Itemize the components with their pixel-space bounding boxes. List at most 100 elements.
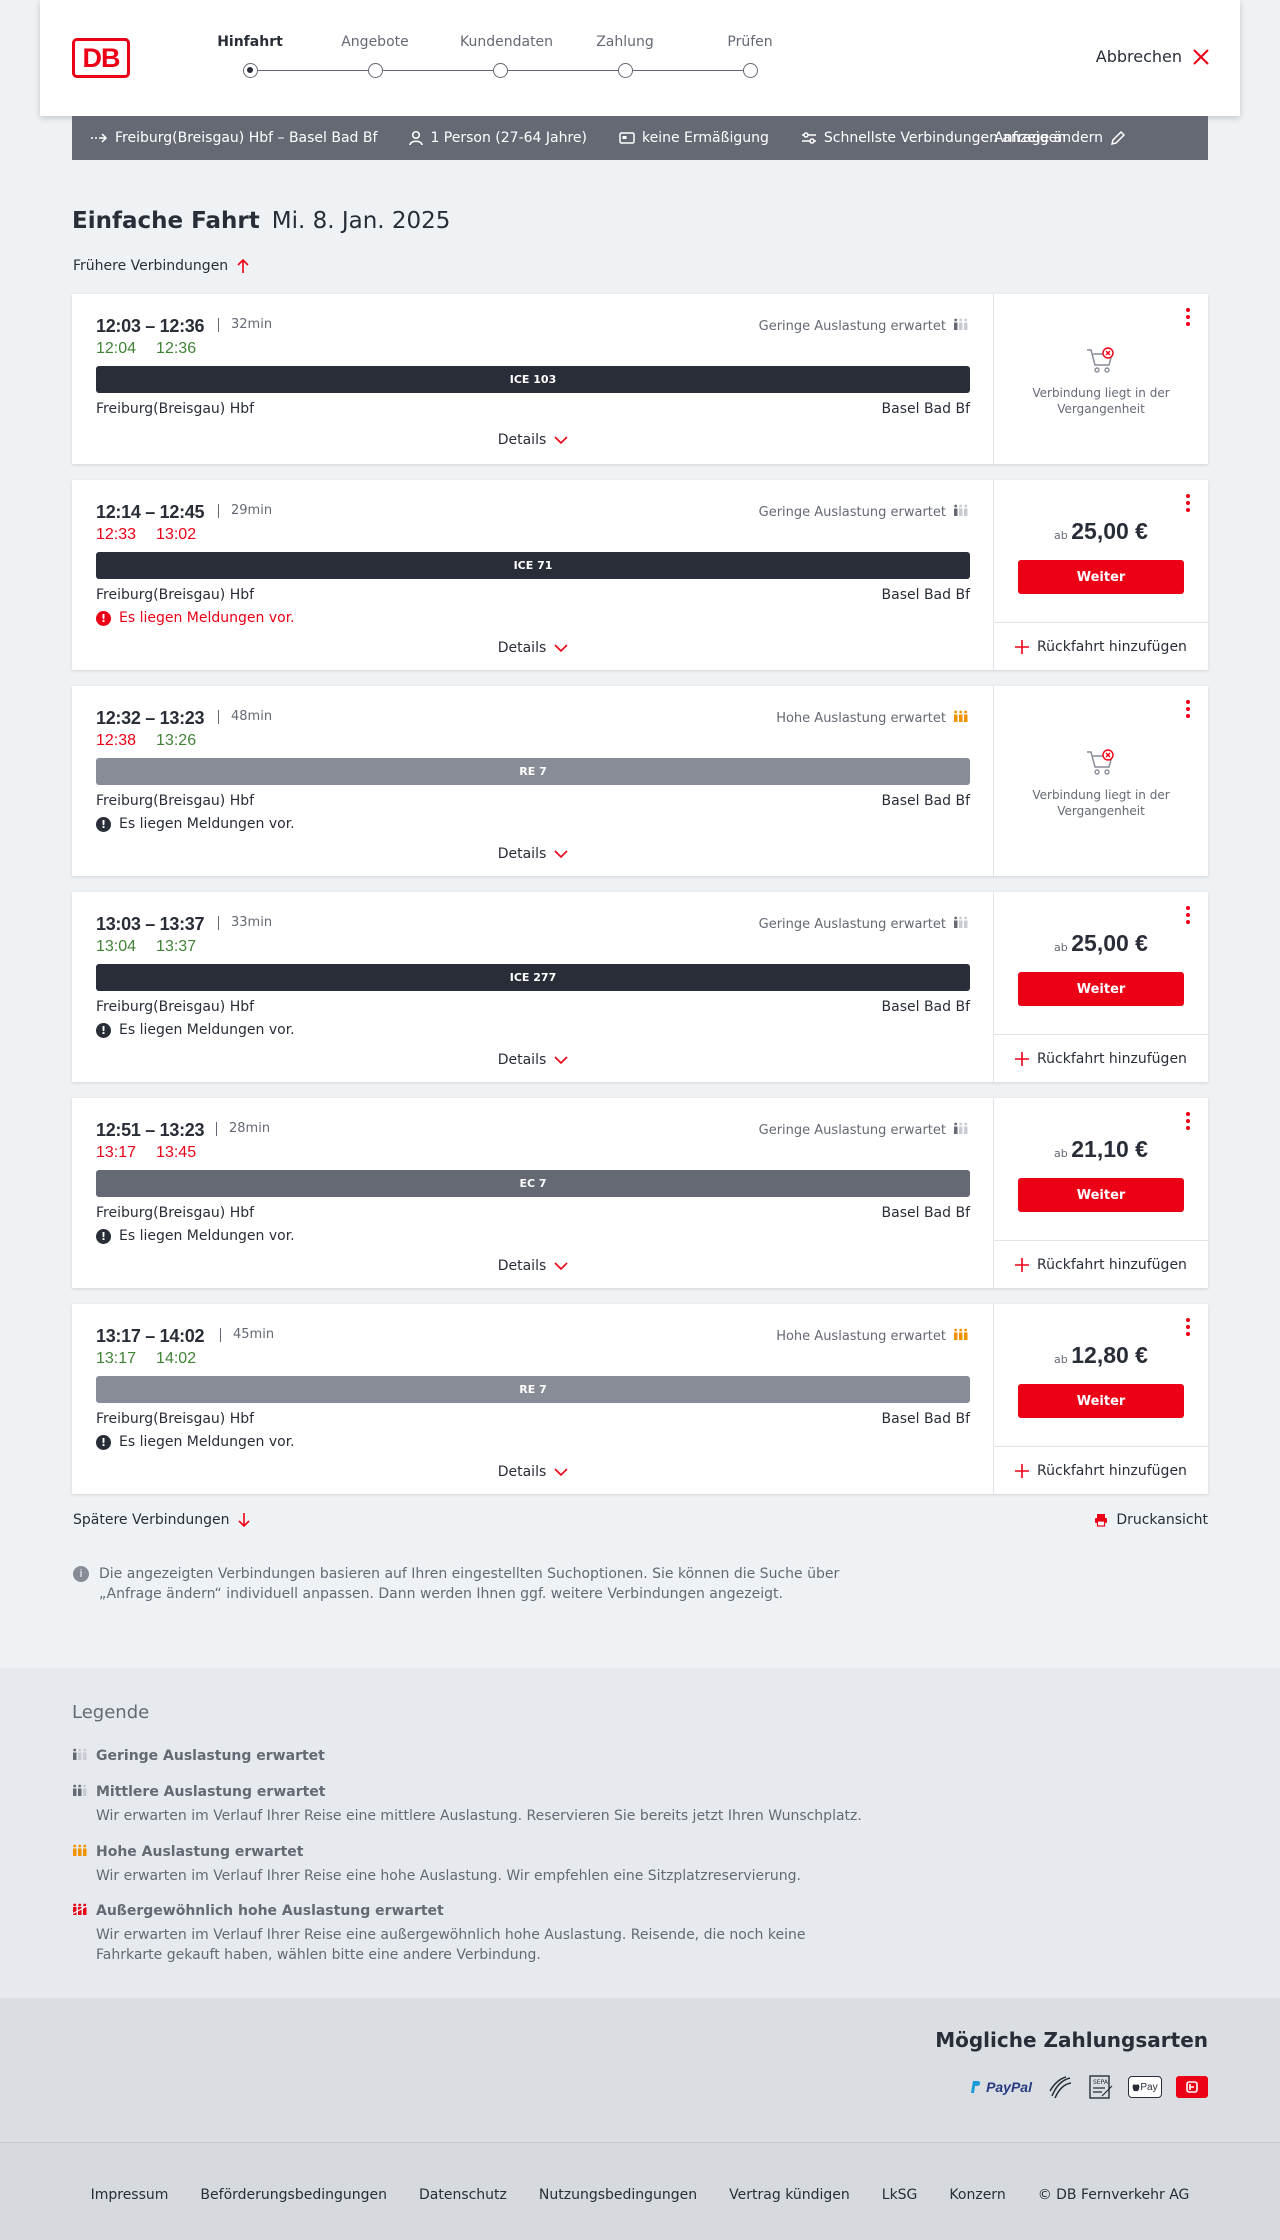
connection-details-area[interactable]: 12:14 – 12:45 29min 12:33 13:02 Geringe … bbox=[72, 480, 994, 670]
discount-text: keine Ermäßigung bbox=[642, 130, 769, 146]
alert-icon: ! bbox=[96, 1228, 111, 1244]
details-toggle[interactable]: Details bbox=[72, 432, 994, 448]
connection-details-area[interactable]: 12:03 – 12:36 32min 12:04 12:36 Geringe … bbox=[72, 294, 994, 464]
more-options-icon[interactable] bbox=[1186, 308, 1190, 326]
connection-card[interactable]: 13:17 – 14:02 45min 13:17 14:02 Hohe Aus… bbox=[72, 1304, 1208, 1494]
connection-card[interactable]: 12:03 – 12:36 32min 12:04 12:36 Geringe … bbox=[72, 294, 1208, 464]
footer-link[interactable]: Vertrag kündigen bbox=[729, 2187, 850, 2203]
footer-link[interactable]: LkSG bbox=[882, 2187, 918, 2203]
realtime-departure: 12:38 bbox=[96, 732, 137, 749]
train-bar[interactable]: ICE 71 bbox=[96, 552, 970, 579]
stations: Freiburg(Breisgau) Hbf Basel Bad Bf bbox=[96, 999, 970, 1015]
footer-link[interactable]: Nutzungsbedingungen bbox=[539, 2187, 697, 2203]
offer-area: ab 21,10 € Weiter Rückfahrt hinzufügen bbox=[994, 1098, 1208, 1288]
connection-details-area[interactable]: 13:03 – 13:37 33min 13:04 13:37 Geringe … bbox=[72, 892, 994, 1082]
connection-card[interactable]: 13:03 – 13:37 33min 13:04 13:37 Geringe … bbox=[72, 892, 1208, 1082]
weiter-button[interactable]: Weiter bbox=[1018, 1178, 1184, 1212]
legend-item-title: Hohe Auslastung erwartet bbox=[72, 1844, 876, 1860]
legend-item: Außergewöhnlich hohe Auslastung erwartet… bbox=[71, 1903, 876, 1965]
realtime-arrival: 12:36 bbox=[156, 340, 197, 357]
step-pruefen[interactable]: Prüfen bbox=[710, 34, 790, 78]
change-query-button[interactable]: Anfrage ändern bbox=[994, 116, 1208, 160]
departure-station: Freiburg(Breisgau) Hbf bbox=[96, 999, 255, 1015]
price-prefix: ab bbox=[1054, 941, 1072, 954]
footer-link[interactable]: Konzern bbox=[949, 2187, 1005, 2203]
connection-details-area[interactable]: 12:51 – 13:23 28min 13:17 13:45 Geringe … bbox=[72, 1098, 994, 1288]
connection-details-area[interactable]: 12:32 – 13:23 48min 12:38 13:26 Hohe Aus… bbox=[72, 686, 994, 876]
weiter-button[interactable]: Weiter bbox=[1018, 1384, 1184, 1418]
later-connections-link[interactable]: Spätere Verbindungen bbox=[73, 1512, 251, 1528]
message-notice[interactable]: ! Es liegen Meldungen vor. bbox=[96, 610, 295, 626]
train-bar[interactable]: EC 7 bbox=[96, 1170, 970, 1197]
occupancy-mid-icon bbox=[72, 1784, 88, 1800]
occupancy-info: Hohe Auslastung erwartet bbox=[776, 1328, 969, 1344]
train-bar[interactable]: RE 7 bbox=[96, 758, 970, 785]
add-return-trip-button[interactable]: Rückfahrt hinzufügen bbox=[994, 1240, 1208, 1288]
weiter-button[interactable]: Weiter bbox=[1018, 560, 1184, 594]
legend-description: Wir erwarten im Verlauf Ihrer Reise eine… bbox=[96, 1808, 862, 1824]
connection-card[interactable]: 12:32 – 13:23 48min 12:38 13:26 Hohe Aus… bbox=[72, 686, 1208, 876]
earlier-connections-link[interactable]: Frühere Verbindungen bbox=[73, 258, 250, 274]
step-zahlung[interactable]: Zahlung bbox=[585, 34, 665, 78]
add-return-trip-button[interactable]: Rückfahrt hinzufügen bbox=[994, 1034, 1208, 1082]
scheduled-times: 12:14 – 12:45 bbox=[96, 502, 205, 522]
realtime-departure: 13:17 bbox=[96, 1350, 137, 1367]
realtime-departure: 12:04 bbox=[96, 340, 137, 357]
query-passengers[interactable]: 1 Person (27-64 Jahre) bbox=[409, 130, 587, 146]
footer-link[interactable]: Impressum bbox=[91, 2187, 169, 2203]
more-options-icon[interactable] bbox=[1186, 906, 1190, 924]
alert-icon: ! bbox=[96, 1022, 111, 1038]
occupancy-icon bbox=[953, 318, 969, 334]
price-prefix: ab bbox=[1054, 1147, 1072, 1160]
chevron-down-icon bbox=[554, 1055, 568, 1064]
details-toggle[interactable]: Details bbox=[72, 640, 994, 656]
train-bar[interactable]: RE 7 bbox=[96, 1376, 970, 1403]
details-toggle[interactable]: Details bbox=[72, 1464, 994, 1480]
add-return-trip-button[interactable]: Rückfahrt hinzufügen bbox=[994, 622, 1208, 670]
message-notice[interactable]: ! Es liegen Meldungen vor. bbox=[96, 816, 295, 832]
step-kundendaten[interactable]: Kundendaten bbox=[460, 34, 553, 78]
realtime-arrival: 14:02 bbox=[156, 1350, 197, 1367]
details-toggle[interactable]: Details bbox=[72, 1052, 994, 1068]
progress-stepper: Hinfahrt Angebote Kundendaten Zahlung Pr… bbox=[210, 34, 773, 84]
details-toggle[interactable]: Details bbox=[72, 1258, 994, 1274]
realtime-times: 13:17 13:45 bbox=[96, 1144, 196, 1162]
connection-card[interactable]: 12:14 – 12:45 29min 12:33 13:02 Geringe … bbox=[72, 480, 1208, 670]
realtime-times: 13:17 14:02 bbox=[96, 1350, 196, 1368]
step-hinfahrt[interactable]: Hinfahrt bbox=[210, 34, 290, 78]
add-return-trip-button[interactable]: Rückfahrt hinzufügen bbox=[994, 1446, 1208, 1494]
more-options-icon[interactable] bbox=[1186, 700, 1190, 718]
occupancy-icon bbox=[953, 710, 969, 726]
arrival-station: Basel Bad Bf bbox=[881, 587, 970, 603]
details-toggle[interactable]: Details bbox=[72, 846, 994, 862]
passengers-text: 1 Person (27-64 Jahre) bbox=[430, 130, 587, 146]
weiter-button[interactable]: Weiter bbox=[1018, 972, 1184, 1006]
payment-methods-section: Mögliche Zahlungsarten PayPal SEPA Pay bbox=[0, 1998, 1280, 2142]
query-route[interactable]: Freiburg(Breisgau) Hbf – Basel Bad Bf bbox=[90, 130, 377, 146]
step-dot bbox=[368, 63, 383, 78]
connection-details-area[interactable]: 13:17 – 14:02 45min 13:17 14:02 Hohe Aus… bbox=[72, 1304, 994, 1494]
departure-station: Freiburg(Breisgau) Hbf bbox=[96, 1205, 255, 1221]
footer-link[interactable]: Datenschutz bbox=[419, 2187, 507, 2203]
more-options-icon[interactable] bbox=[1186, 1112, 1190, 1130]
cancel-button[interactable]: Abbrechen bbox=[1096, 47, 1210, 66]
message-notice[interactable]: ! Es liegen Meldungen vor. bbox=[96, 1434, 295, 1450]
connection-card[interactable]: 12:51 – 13:23 28min 13:17 13:45 Geringe … bbox=[72, 1098, 1208, 1288]
train-bar[interactable]: ICE 277 bbox=[96, 964, 970, 991]
message-notice[interactable]: ! Es liegen Meldungen vor. bbox=[96, 1228, 295, 1244]
more-options-icon[interactable] bbox=[1186, 494, 1190, 512]
price-value: 12,80 € bbox=[1071, 1342, 1148, 1368]
query-discount[interactable]: keine Ermäßigung bbox=[619, 130, 769, 146]
chevron-down-icon bbox=[554, 1261, 568, 1270]
footer-link[interactable]: Beförderungsbedingungen bbox=[200, 2187, 387, 2203]
arrow-up-icon bbox=[237, 258, 249, 273]
more-options-icon[interactable] bbox=[1186, 1318, 1190, 1336]
legend-item: Hohe Auslastung erwartet Wir erwarten im … bbox=[72, 1844, 876, 1886]
db-logo[interactable]: DB bbox=[72, 38, 130, 78]
train-bar[interactable]: ICE 103 bbox=[96, 366, 970, 393]
message-notice[interactable]: ! Es liegen Meldungen vor. bbox=[96, 1022, 295, 1038]
past-note-line: Verbindung liegt in der bbox=[1032, 386, 1170, 400]
occupancy-extreme-icon bbox=[71, 1903, 88, 1919]
step-angebote[interactable]: Angebote bbox=[335, 34, 415, 78]
print-view-link[interactable]: Druckansicht bbox=[1094, 1512, 1208, 1528]
